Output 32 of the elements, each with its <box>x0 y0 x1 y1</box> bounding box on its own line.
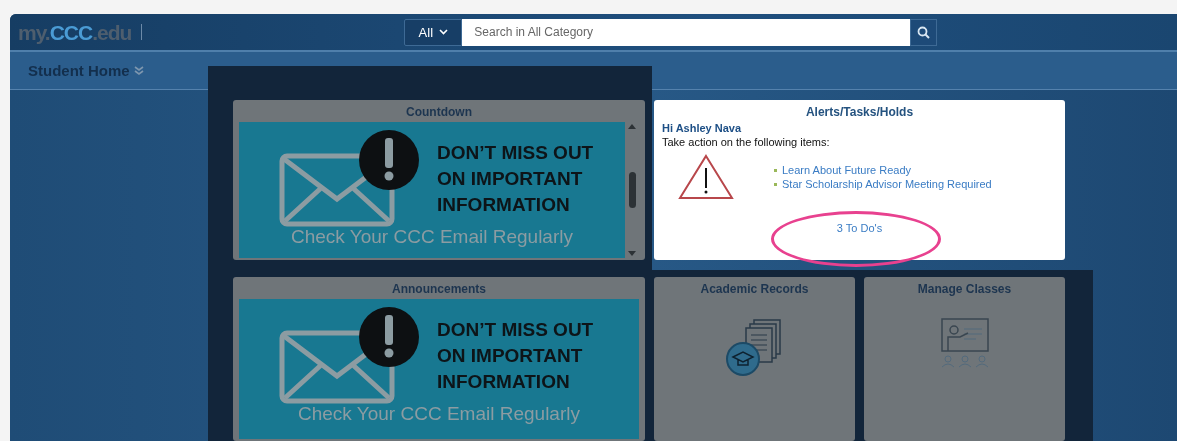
search-icon <box>917 25 931 39</box>
tile-title: Alerts/Tasks/Holds <box>804 104 915 121</box>
tile-title: Announcements <box>391 281 487 298</box>
banner-headline: DON’T MISS OUT ON IMPORTANT INFORMATION <box>437 318 594 394</box>
tile-title: Manage Classes <box>916 281 1013 298</box>
scroll-down-arrow-icon[interactable] <box>628 251 636 256</box>
scrollbar[interactable] <box>625 122 639 258</box>
task-link[interactable]: Learn About Future Ready <box>774 164 992 176</box>
scroll-up-arrow-icon[interactable] <box>628 124 636 129</box>
scrollbar-thumb[interactable] <box>628 172 636 208</box>
banner-caption: Check Your CCC Email Regularly <box>297 403 581 425</box>
todo-link[interactable]: 3 To Do's <box>836 222 883 234</box>
tile-title: Academic Records <box>699 281 810 298</box>
task-link[interactable]: Star Scholarship Advisor Meeting Required <box>774 178 992 190</box>
tile-title: Countdown <box>405 104 473 121</box>
search-button[interactable] <box>910 18 938 46</box>
banner-caption: Check Your CCC Email Regularly <box>290 226 574 248</box>
classes-tile[interactable]: Manage Classes <box>864 277 1065 441</box>
site-logo[interactable]: my.CCC.edu <box>18 21 132 43</box>
banner-tile[interactable]: Countdown DON’T MISS OUT ON IMPORTANT INFORMATION Check Your CCC Email Regularly <box>233 100 645 260</box>
greeting-text: Hi Ashley Nava <box>662 122 743 134</box>
search-field[interactable]: Search in All Category <box>462 18 911 46</box>
double-chevron-down-icon <box>133 66 144 75</box>
category-dropdown[interactable]: All <box>404 18 463 46</box>
instruction-text: Take action on the following items: <box>662 136 831 148</box>
chevron-down-icon <box>439 29 449 35</box>
alerts-tile[interactable]: Alerts/Tasks/Holds Hi Ashley Nava Take action on the following items: Learn About Future Ready Star Scholarship Advisor Meeting Required 3 To Do's <box>654 100 1065 260</box>
records-tile[interactable]: Academic Records <box>654 277 855 441</box>
banner-tile[interactable]: Announcements DON’T MISS OUT ON IMPORTANT INFORMATION Check Your CCC Email Regularly <box>233 277 645 441</box>
banner-headline: DON’T MISS OUT ON IMPORTANT INFORMATION <box>437 141 594 217</box>
warning-icon <box>678 154 734 200</box>
page-title-menu[interactable]: Student Home <box>28 62 144 79</box>
